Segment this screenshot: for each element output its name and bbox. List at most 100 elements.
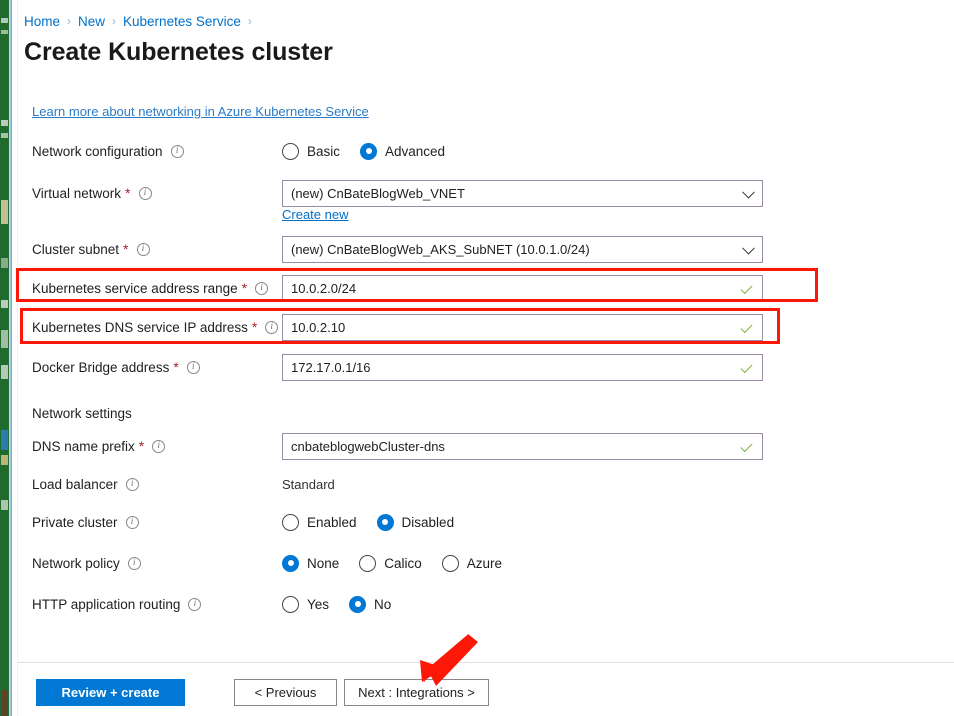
radio-icon[interactable]	[359, 554, 377, 572]
radio-option-disabled[interactable]: Disabled	[376, 513, 455, 531]
radio-icon[interactable]	[282, 595, 299, 613]
radio-option-calico[interactable]: Calico	[359, 554, 422, 572]
breadcrumb-item-home[interactable]: Home	[24, 14, 60, 29]
dns-name-prefix-input[interactable]: cnbateblogwebCluster-dns	[282, 433, 763, 460]
row-cluster-subnet: Cluster subnet * (new) CnBateBlogWeb_AKS…	[18, 236, 954, 263]
radio-icon-selected[interactable]	[349, 595, 367, 613]
radio-option-azure[interactable]: Azure	[441, 554, 502, 572]
dns-service-ip-value: 10.0.2.10	[291, 320, 346, 335]
required-asterisk: *	[125, 185, 131, 201]
radio-label: Enabled	[307, 514, 357, 530]
radio-label: None	[307, 555, 340, 571]
radio-option-enabled[interactable]: Enabled	[282, 513, 357, 531]
label-text: Kubernetes service address range	[32, 280, 238, 296]
strip-fleck	[1, 500, 8, 510]
learn-more-link[interactable]: Learn more about networking in Azure Kub…	[32, 104, 369, 119]
label-private-cluster: Private cluster	[32, 509, 139, 535]
breadcrumb-item-new[interactable]: New	[78, 14, 105, 29]
radio-icon-selected[interactable]	[376, 513, 394, 531]
radio-label: Advanced	[385, 143, 446, 159]
label-load-balancer: Load balancer	[32, 471, 139, 497]
label-text: DNS name prefix	[32, 438, 135, 454]
label-text: Private cluster	[32, 514, 118, 530]
docker-bridge-address-input[interactable]: 172.17.0.1/16	[282, 354, 763, 381]
breadcrumb-item-kubernetes-service[interactable]: Kubernetes Service	[123, 14, 241, 29]
info-icon[interactable]	[136, 242, 150, 256]
control-dns-name-prefix: cnbateblogwebCluster-dns	[282, 433, 763, 460]
radio-label: No	[374, 596, 392, 612]
footer-action-bar: Review + create < Previous Next : Integr…	[18, 675, 954, 715]
info-icon[interactable]	[265, 320, 279, 334]
control-dns-service-ip: 10.0.2.10	[282, 314, 763, 341]
create-cluster-page: Home › New › Kubernetes Service › Create…	[18, 0, 954, 716]
docker-bridge-address-value: 172.17.0.1/16	[291, 360, 371, 375]
strip-fleck	[1, 258, 8, 268]
info-icon[interactable]	[186, 360, 200, 374]
review-create-button[interactable]: Review + create	[36, 679, 185, 706]
label-dns-name-prefix: DNS name prefix *	[32, 433, 166, 459]
strip-fleck	[1, 200, 8, 224]
radio-group-network-policy: None Calico Azure	[282, 550, 502, 576]
radio-icon-selected[interactable]	[282, 554, 299, 572]
label-cluster-subnet: Cluster subnet *	[32, 236, 150, 262]
info-icon[interactable]	[125, 477, 139, 491]
info-icon[interactable]	[188, 597, 202, 611]
row-service-address-range: Kubernetes service address range * 10.0.…	[18, 275, 954, 302]
label-text: Load balancer	[32, 476, 118, 492]
info-icon[interactable]	[255, 281, 269, 295]
info-icon[interactable]	[125, 515, 139, 529]
create-new-vnet-link[interactable]: Create new	[282, 207, 348, 222]
radio-icon[interactable]	[282, 142, 299, 160]
radio-option-no[interactable]: No	[349, 595, 392, 613]
strip-fleck	[1, 120, 8, 126]
radio-option-none[interactable]: None	[282, 554, 340, 572]
control-load-balancer: Standard	[282, 471, 335, 497]
strip-fleck	[1, 133, 8, 138]
dns-service-ip-input[interactable]: 10.0.2.10	[282, 314, 763, 341]
radio-icon[interactable]	[282, 513, 299, 531]
strip-fleck	[1, 330, 8, 348]
required-asterisk: *	[251, 319, 258, 335]
cluster-subnet-select[interactable]: (new) CnBateBlogWeb_AKS_SubNET (10.0.1.0…	[282, 236, 763, 263]
radio-option-basic[interactable]: Basic	[282, 142, 341, 160]
radio-option-advanced[interactable]: Advanced	[360, 142, 446, 160]
service-address-range-input[interactable]: 10.0.2.0/24	[282, 275, 763, 302]
row-network-policy: Network policy None Calico Azure	[18, 550, 954, 576]
next-integrations-button[interactable]: Next : Integrations >	[344, 679, 489, 706]
previous-button[interactable]: < Previous	[234, 679, 337, 706]
footer-divider	[18, 662, 954, 663]
label-text: Kubernetes DNS service IP address	[32, 319, 248, 335]
info-icon[interactable]	[127, 556, 141, 570]
label-text: Virtual network	[32, 185, 122, 201]
label-service-address-range: Kubernetes service address range *	[32, 275, 269, 301]
row-load-balancer: Load balancer Standard	[18, 471, 954, 497]
valid-check-icon	[740, 360, 753, 373]
label-text: Cluster subnet	[32, 241, 120, 257]
virtual-network-select[interactable]: (new) CnBateBlogWeb_VNET	[282, 180, 763, 207]
info-icon[interactable]	[138, 186, 152, 200]
row-dns-service-ip: Kubernetes DNS service IP address * 10.0…	[18, 314, 954, 341]
radio-option-yes[interactable]: Yes	[282, 595, 329, 613]
radio-label: Disabled	[401, 514, 455, 530]
label-virtual-network: Virtual network *	[32, 180, 152, 206]
browser-sidebar-strip	[0, 0, 9, 716]
row-docker-bridge-address: Docker Bridge address * 172.17.0.1/16	[18, 354, 954, 381]
valid-check-icon	[740, 320, 753, 333]
strip-fleck	[1, 18, 8, 23]
required-asterisk: *	[173, 359, 179, 375]
chevron-down-icon	[742, 241, 755, 255]
strip-fleck	[1, 300, 8, 308]
radio-icon-selected[interactable]	[360, 142, 378, 160]
label-network-configuration: Network configuration	[32, 138, 184, 164]
required-asterisk: *	[138, 438, 145, 454]
radio-icon[interactable]	[441, 554, 459, 572]
label-network-policy: Network policy	[32, 550, 141, 576]
label-text: HTTP application routing	[32, 596, 181, 612]
label-text: Network configuration	[32, 143, 163, 159]
radio-label: Basic	[307, 143, 341, 159]
strip-fleck	[1, 30, 8, 34]
row-dns-name-prefix: DNS name prefix * cnbateblogwebCluster-d…	[18, 433, 954, 460]
info-icon[interactable]	[170, 144, 184, 158]
info-icon[interactable]	[152, 439, 166, 453]
row-virtual-network: Virtual network * (new) CnBateBlogWeb_VN…	[18, 180, 954, 207]
